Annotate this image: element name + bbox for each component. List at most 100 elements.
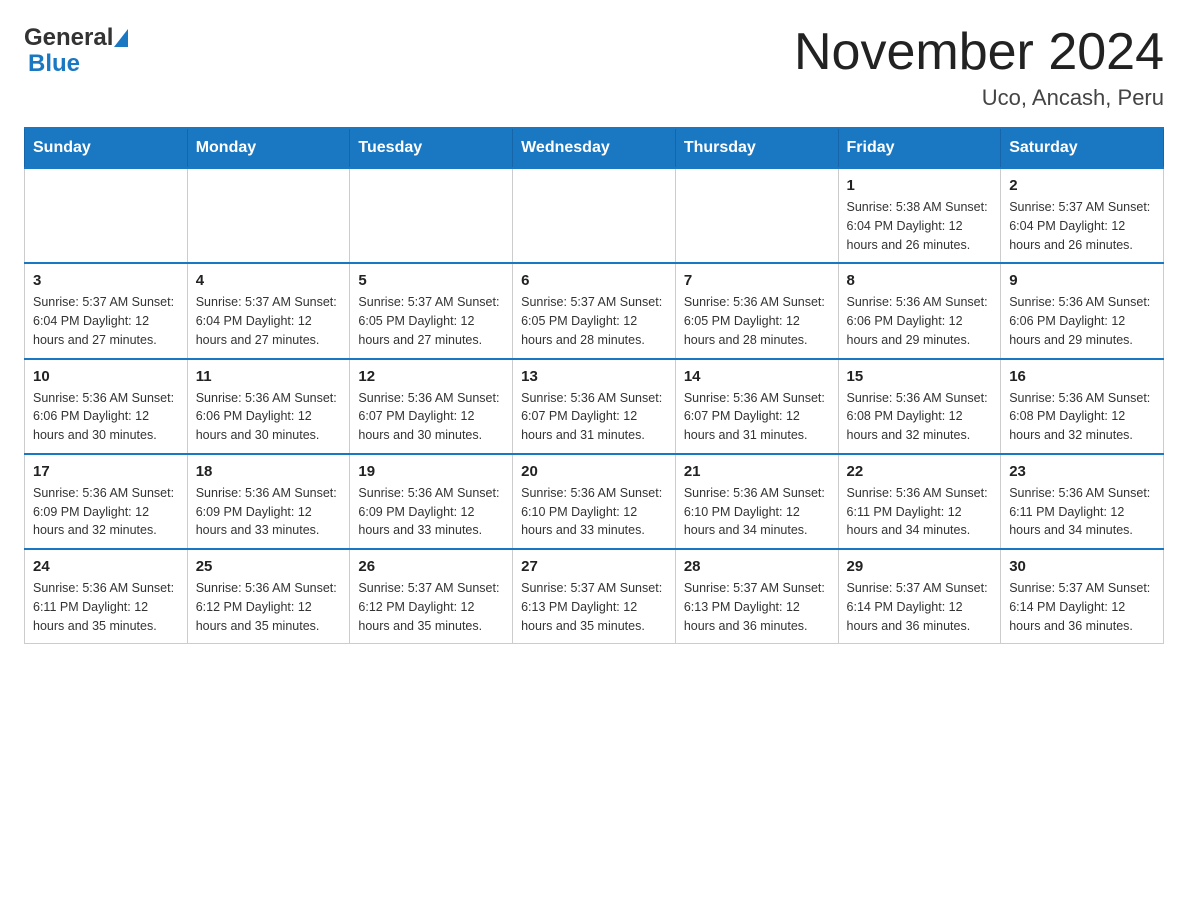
- day-number: 28: [684, 558, 830, 575]
- calendar-day-cell: 17Sunrise: 5:36 AM Sunset: 6:09 PM Dayli…: [25, 454, 188, 549]
- calendar-day-cell: 19 Sunrise: 5:36 AM Sunset: 6:09 PM Dayli…: [350, 454, 513, 549]
- calendar-day-cell: 12Sunrise: 5:36 AM Sunset: 6:07 PM Dayli…: [350, 359, 513, 454]
- calendar-day-cell: 6 Sunrise: 5:37 AM Sunset: 6:05 PM Daylig…: [513, 263, 676, 358]
- day-number: 27: [521, 558, 667, 575]
- day-of-week-header: Monday: [187, 128, 350, 168]
- calendar-day-cell: 26Sunrise: 5:37 AM Sunset: 6:12 PM Dayli…: [350, 549, 513, 644]
- calendar-day-cell: 24 Sunrise: 5:36 AM Sunset: 6:11 PM Dayli…: [25, 549, 188, 644]
- day-info: Sunrise: 5:36 AM Sunset: 6:08 PM Dayligh…: [1009, 389, 1155, 445]
- day-info: Sunrise: 5:36 AM Sunset: 6:07 PM Dayligh…: [358, 389, 504, 445]
- day-info: Sunrise: 5:37 AM Sunset: 6:14 PM Dayligh…: [847, 579, 993, 635]
- day-info: Sunrise: 5:36 AM Sunset: 6:12 PM Dayligh…: [196, 579, 342, 635]
- day-info: Sunrise: 5:36 AM Sunset: 6:06 PM Dayligh…: [33, 389, 179, 445]
- day-info: Sunrise: 5:36 AM Sunset: 6:08 PM Dayligh…: [847, 389, 993, 445]
- day-number: 19: [358, 463, 504, 480]
- day-info: Sunrise: 5:36 AM Sunset: 6:10 PM Dayligh…: [684, 484, 830, 540]
- calendar-day-cell: 10Sunrise: 5:36 AM Sunset: 6:06 PM Dayli…: [25, 359, 188, 454]
- calendar-week-row: 3 Sunrise: 5:37 AM Sunset: 6:04 PM Daylig…: [25, 263, 1164, 358]
- logo-triangle-icon: [114, 29, 128, 47]
- day-info: Sunrise: 5:37 AM Sunset: 6:05 PM Dayligh…: [521, 293, 667, 349]
- calendar-week-row: 1 Sunrise: 5:38 AM Sunset: 6:04 PM Daylig…: [25, 168, 1164, 263]
- calendar-day-cell: 29Sunrise: 5:37 AM Sunset: 6:14 PM Dayli…: [838, 549, 1001, 644]
- day-number: 20: [521, 463, 667, 480]
- calendar-day-cell: [25, 168, 188, 263]
- day-number: 17: [33, 463, 179, 480]
- calendar-week-row: 24 Sunrise: 5:36 AM Sunset: 6:11 PM Dayli…: [25, 549, 1164, 644]
- day-info: Sunrise: 5:37 AM Sunset: 6:04 PM Dayligh…: [33, 293, 179, 349]
- calendar-day-cell: 4 Sunrise: 5:37 AM Sunset: 6:04 PM Daylig…: [187, 263, 350, 358]
- day-info: Sunrise: 5:36 AM Sunset: 6:09 PM Dayligh…: [196, 484, 342, 540]
- calendar-day-cell: [675, 168, 838, 263]
- calendar-day-cell: 8 Sunrise: 5:36 AM Sunset: 6:06 PM Daylig…: [838, 263, 1001, 358]
- calendar-day-cell: [187, 168, 350, 263]
- calendar-table: SundayMondayTuesdayWednesdayThursdayFrid…: [24, 127, 1164, 644]
- day-number: 14: [684, 368, 830, 385]
- calendar-day-cell: 30 Sunrise: 5:37 AM Sunset: 6:14 PM Dayli…: [1001, 549, 1164, 644]
- day-of-week-header: Sunday: [25, 128, 188, 168]
- day-number: 24: [33, 558, 179, 575]
- day-number: 5: [358, 272, 504, 289]
- day-info: Sunrise: 5:38 AM Sunset: 6:04 PM Dayligh…: [847, 198, 993, 254]
- day-info: Sunrise: 5:37 AM Sunset: 6:04 PM Dayligh…: [1009, 198, 1155, 254]
- calendar-day-cell: 20 Sunrise: 5:36 AM Sunset: 6:10 PM Dayli…: [513, 454, 676, 549]
- day-info: Sunrise: 5:36 AM Sunset: 6:07 PM Dayligh…: [684, 389, 830, 445]
- day-number: 9: [1009, 272, 1155, 289]
- day-of-week-header: Saturday: [1001, 128, 1164, 168]
- day-number: 18: [196, 463, 342, 480]
- day-number: 13: [521, 368, 667, 385]
- day-number: 4: [196, 272, 342, 289]
- day-number: 7: [684, 272, 830, 289]
- day-info: Sunrise: 5:37 AM Sunset: 6:14 PM Dayligh…: [1009, 579, 1155, 635]
- day-info: Sunrise: 5:36 AM Sunset: 6:09 PM Dayligh…: [358, 484, 504, 540]
- day-info: Sunrise: 5:36 AM Sunset: 6:06 PM Dayligh…: [847, 293, 993, 349]
- day-info: Sunrise: 5:37 AM Sunset: 6:12 PM Dayligh…: [358, 579, 504, 635]
- day-number: 15: [847, 368, 993, 385]
- calendar-day-cell: 25Sunrise: 5:36 AM Sunset: 6:12 PM Dayli…: [187, 549, 350, 644]
- calendar-day-cell: 2 Sunrise: 5:37 AM Sunset: 6:04 PM Daylig…: [1001, 168, 1164, 263]
- day-info: Sunrise: 5:36 AM Sunset: 6:06 PM Dayligh…: [196, 389, 342, 445]
- day-info: Sunrise: 5:37 AM Sunset: 6:04 PM Dayligh…: [196, 293, 342, 349]
- day-of-week-header: Wednesday: [513, 128, 676, 168]
- day-number: 3: [33, 272, 179, 289]
- day-info: Sunrise: 5:37 AM Sunset: 6:05 PM Dayligh…: [358, 293, 504, 349]
- day-info: Sunrise: 5:36 AM Sunset: 6:05 PM Dayligh…: [684, 293, 830, 349]
- day-info: Sunrise: 5:36 AM Sunset: 6:07 PM Dayligh…: [521, 389, 667, 445]
- day-info: Sunrise: 5:37 AM Sunset: 6:13 PM Dayligh…: [684, 579, 830, 635]
- calendar-header-row: SundayMondayTuesdayWednesdayThursdayFrid…: [25, 128, 1164, 168]
- day-of-week-header: Thursday: [675, 128, 838, 168]
- day-number: 8: [847, 272, 993, 289]
- calendar-day-cell: 9 Sunrise: 5:36 AM Sunset: 6:06 PM Daylig…: [1001, 263, 1164, 358]
- day-of-week-header: Tuesday: [350, 128, 513, 168]
- day-info: Sunrise: 5:36 AM Sunset: 6:10 PM Dayligh…: [521, 484, 667, 540]
- calendar-day-cell: 15 Sunrise: 5:36 AM Sunset: 6:08 PM Dayli…: [838, 359, 1001, 454]
- day-info: Sunrise: 5:36 AM Sunset: 6:06 PM Dayligh…: [1009, 293, 1155, 349]
- day-number: 2: [1009, 177, 1155, 194]
- calendar-day-cell: 23Sunrise: 5:36 AM Sunset: 6:11 PM Dayli…: [1001, 454, 1164, 549]
- logo-text-blue: Blue: [28, 50, 80, 78]
- calendar-day-cell: 16 Sunrise: 5:36 AM Sunset: 6:08 PM Dayli…: [1001, 359, 1164, 454]
- calendar-day-cell: [513, 168, 676, 263]
- day-number: 22: [847, 463, 993, 480]
- day-number: 16: [1009, 368, 1155, 385]
- day-info: Sunrise: 5:37 AM Sunset: 6:13 PM Dayligh…: [521, 579, 667, 635]
- location-subtitle: Uco, Ancash, Peru: [794, 85, 1164, 111]
- day-of-week-header: Friday: [838, 128, 1001, 168]
- day-info: Sunrise: 5:36 AM Sunset: 6:11 PM Dayligh…: [1009, 484, 1155, 540]
- logo-text-general: General: [24, 24, 113, 52]
- month-year-title: November 2024: [794, 24, 1164, 81]
- day-number: 6: [521, 272, 667, 289]
- calendar-day-cell: 27 Sunrise: 5:37 AM Sunset: 6:13 PM Dayli…: [513, 549, 676, 644]
- logo: General Blue: [24, 24, 128, 78]
- calendar-day-cell: 1 Sunrise: 5:38 AM Sunset: 6:04 PM Daylig…: [838, 168, 1001, 263]
- calendar-week-row: 17 Sunrise: 5:36 AM Sunset: 6:09 PM Dayli…: [25, 454, 1164, 549]
- calendar-day-cell: 13 Sunrise: 5:36 AM Sunset: 6:07 PM Dayli…: [513, 359, 676, 454]
- day-number: 1: [847, 177, 993, 194]
- title-section: November 2024 Uco, Ancash, Peru: [794, 24, 1164, 111]
- day-info: Sunrise: 5:36 AM Sunset: 6:11 PM Dayligh…: [33, 579, 179, 635]
- day-number: 30: [1009, 558, 1155, 575]
- calendar-day-cell: 7 Sunrise: 5:36 AM Sunset: 6:05 PM Daylig…: [675, 263, 838, 358]
- calendar-day-cell: 18 Sunrise: 5:36 AM Sunset: 6:09 PM Dayli…: [187, 454, 350, 549]
- calendar-day-cell: 5 Sunrise: 5:37 AM Sunset: 6:05 PM Daylig…: [350, 263, 513, 358]
- calendar-day-cell: [350, 168, 513, 263]
- day-number: 11: [196, 368, 342, 385]
